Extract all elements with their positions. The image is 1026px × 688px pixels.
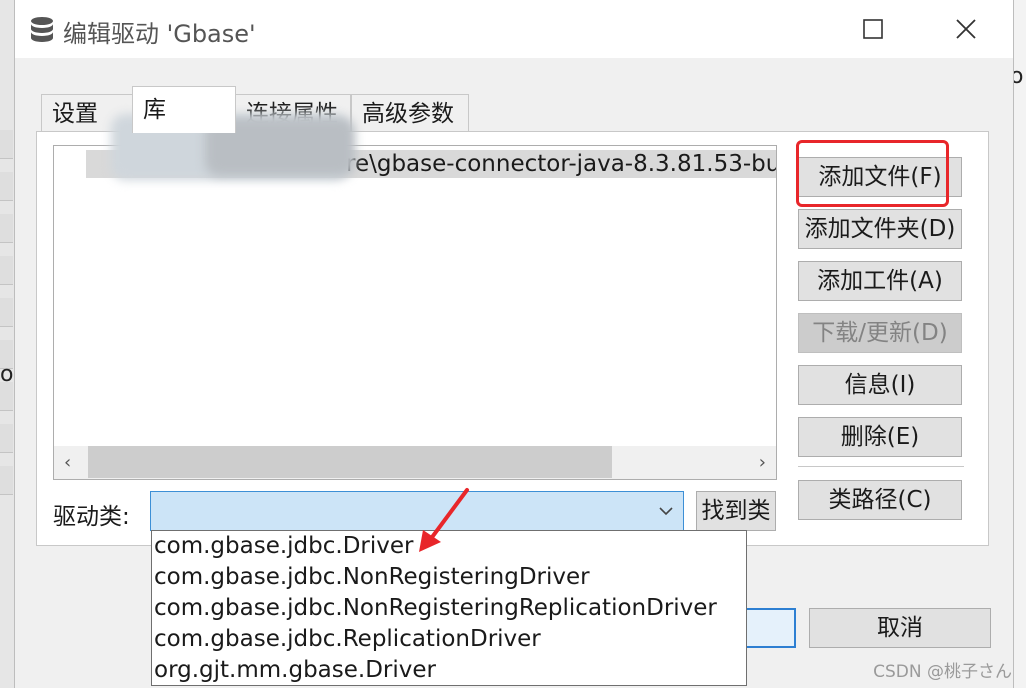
close-button[interactable] bbox=[943, 8, 989, 50]
divider bbox=[798, 466, 964, 468]
find-class-button[interactable]: 找到类 bbox=[696, 491, 776, 531]
red-arrow-icon bbox=[419, 488, 469, 552]
maximize-icon bbox=[863, 19, 883, 39]
chevron-down-icon[interactable] bbox=[657, 502, 675, 520]
add-artifact-button[interactable]: 添加工件(A) bbox=[798, 261, 962, 301]
highlight-box bbox=[796, 140, 949, 207]
ok-button[interactable] bbox=[744, 608, 796, 648]
background-window-left: o bbox=[0, 0, 15, 688]
scroll-left-icon[interactable]: ‹ bbox=[64, 452, 71, 473]
scroll-right-icon[interactable]: › bbox=[759, 452, 766, 473]
close-icon bbox=[956, 19, 976, 39]
edit-driver-dialog: 编辑驱动 'Gbase' 设置 库 连接属性 高级参数 re\gbase-con… bbox=[14, 0, 1014, 688]
tab-library[interactable]: 库 bbox=[132, 86, 236, 133]
library-file-path: re\gbase-connector-java-8.3.81.53-bu bbox=[346, 151, 777, 177]
delete-button[interactable]: 删除(E) bbox=[798, 417, 962, 457]
tab-advanced-parameters[interactable]: 高级参数 bbox=[351, 94, 469, 132]
library-file-list[interactable]: re\gbase-connector-java-8.3.81.53-bu bbox=[53, 145, 777, 480]
horizontal-scrollbar[interactable]: ‹ › bbox=[53, 446, 777, 480]
title-bar: 编辑驱动 'Gbase' bbox=[15, 0, 1013, 58]
maximize-button[interactable] bbox=[850, 8, 896, 50]
background-text: o bbox=[0, 362, 14, 387]
download-update-button[interactable]: 下载/更新(D) bbox=[798, 313, 962, 353]
window-title: 编辑驱动 'Gbase' bbox=[63, 20, 256, 48]
add-folder-button[interactable]: 添加文件夹(D) bbox=[798, 209, 962, 249]
driver-class-label: 驱动类: bbox=[53, 504, 130, 530]
cancel-button[interactable]: 取消 bbox=[809, 608, 991, 648]
info-button[interactable]: 信息(I) bbox=[798, 365, 962, 405]
background-window-right: o bbox=[1010, 0, 1026, 688]
dropdown-option[interactable]: com.gbase.jdbc.NonRegisteringReplication… bbox=[152, 593, 746, 624]
classpath-button[interactable]: 类路径(C) bbox=[798, 480, 962, 520]
watermark: CSDN @桃子さん bbox=[873, 662, 1012, 682]
scrollbar-thumb[interactable] bbox=[88, 446, 612, 478]
dropdown-option[interactable]: com.gbase.jdbc.ReplicationDriver bbox=[152, 624, 746, 655]
dropdown-option[interactable]: com.gbase.jdbc.NonRegisteringDriver bbox=[152, 562, 746, 593]
dropdown-option[interactable]: org.gjt.mm.gbase.Driver bbox=[152, 655, 746, 686]
database-icon bbox=[31, 17, 53, 42]
